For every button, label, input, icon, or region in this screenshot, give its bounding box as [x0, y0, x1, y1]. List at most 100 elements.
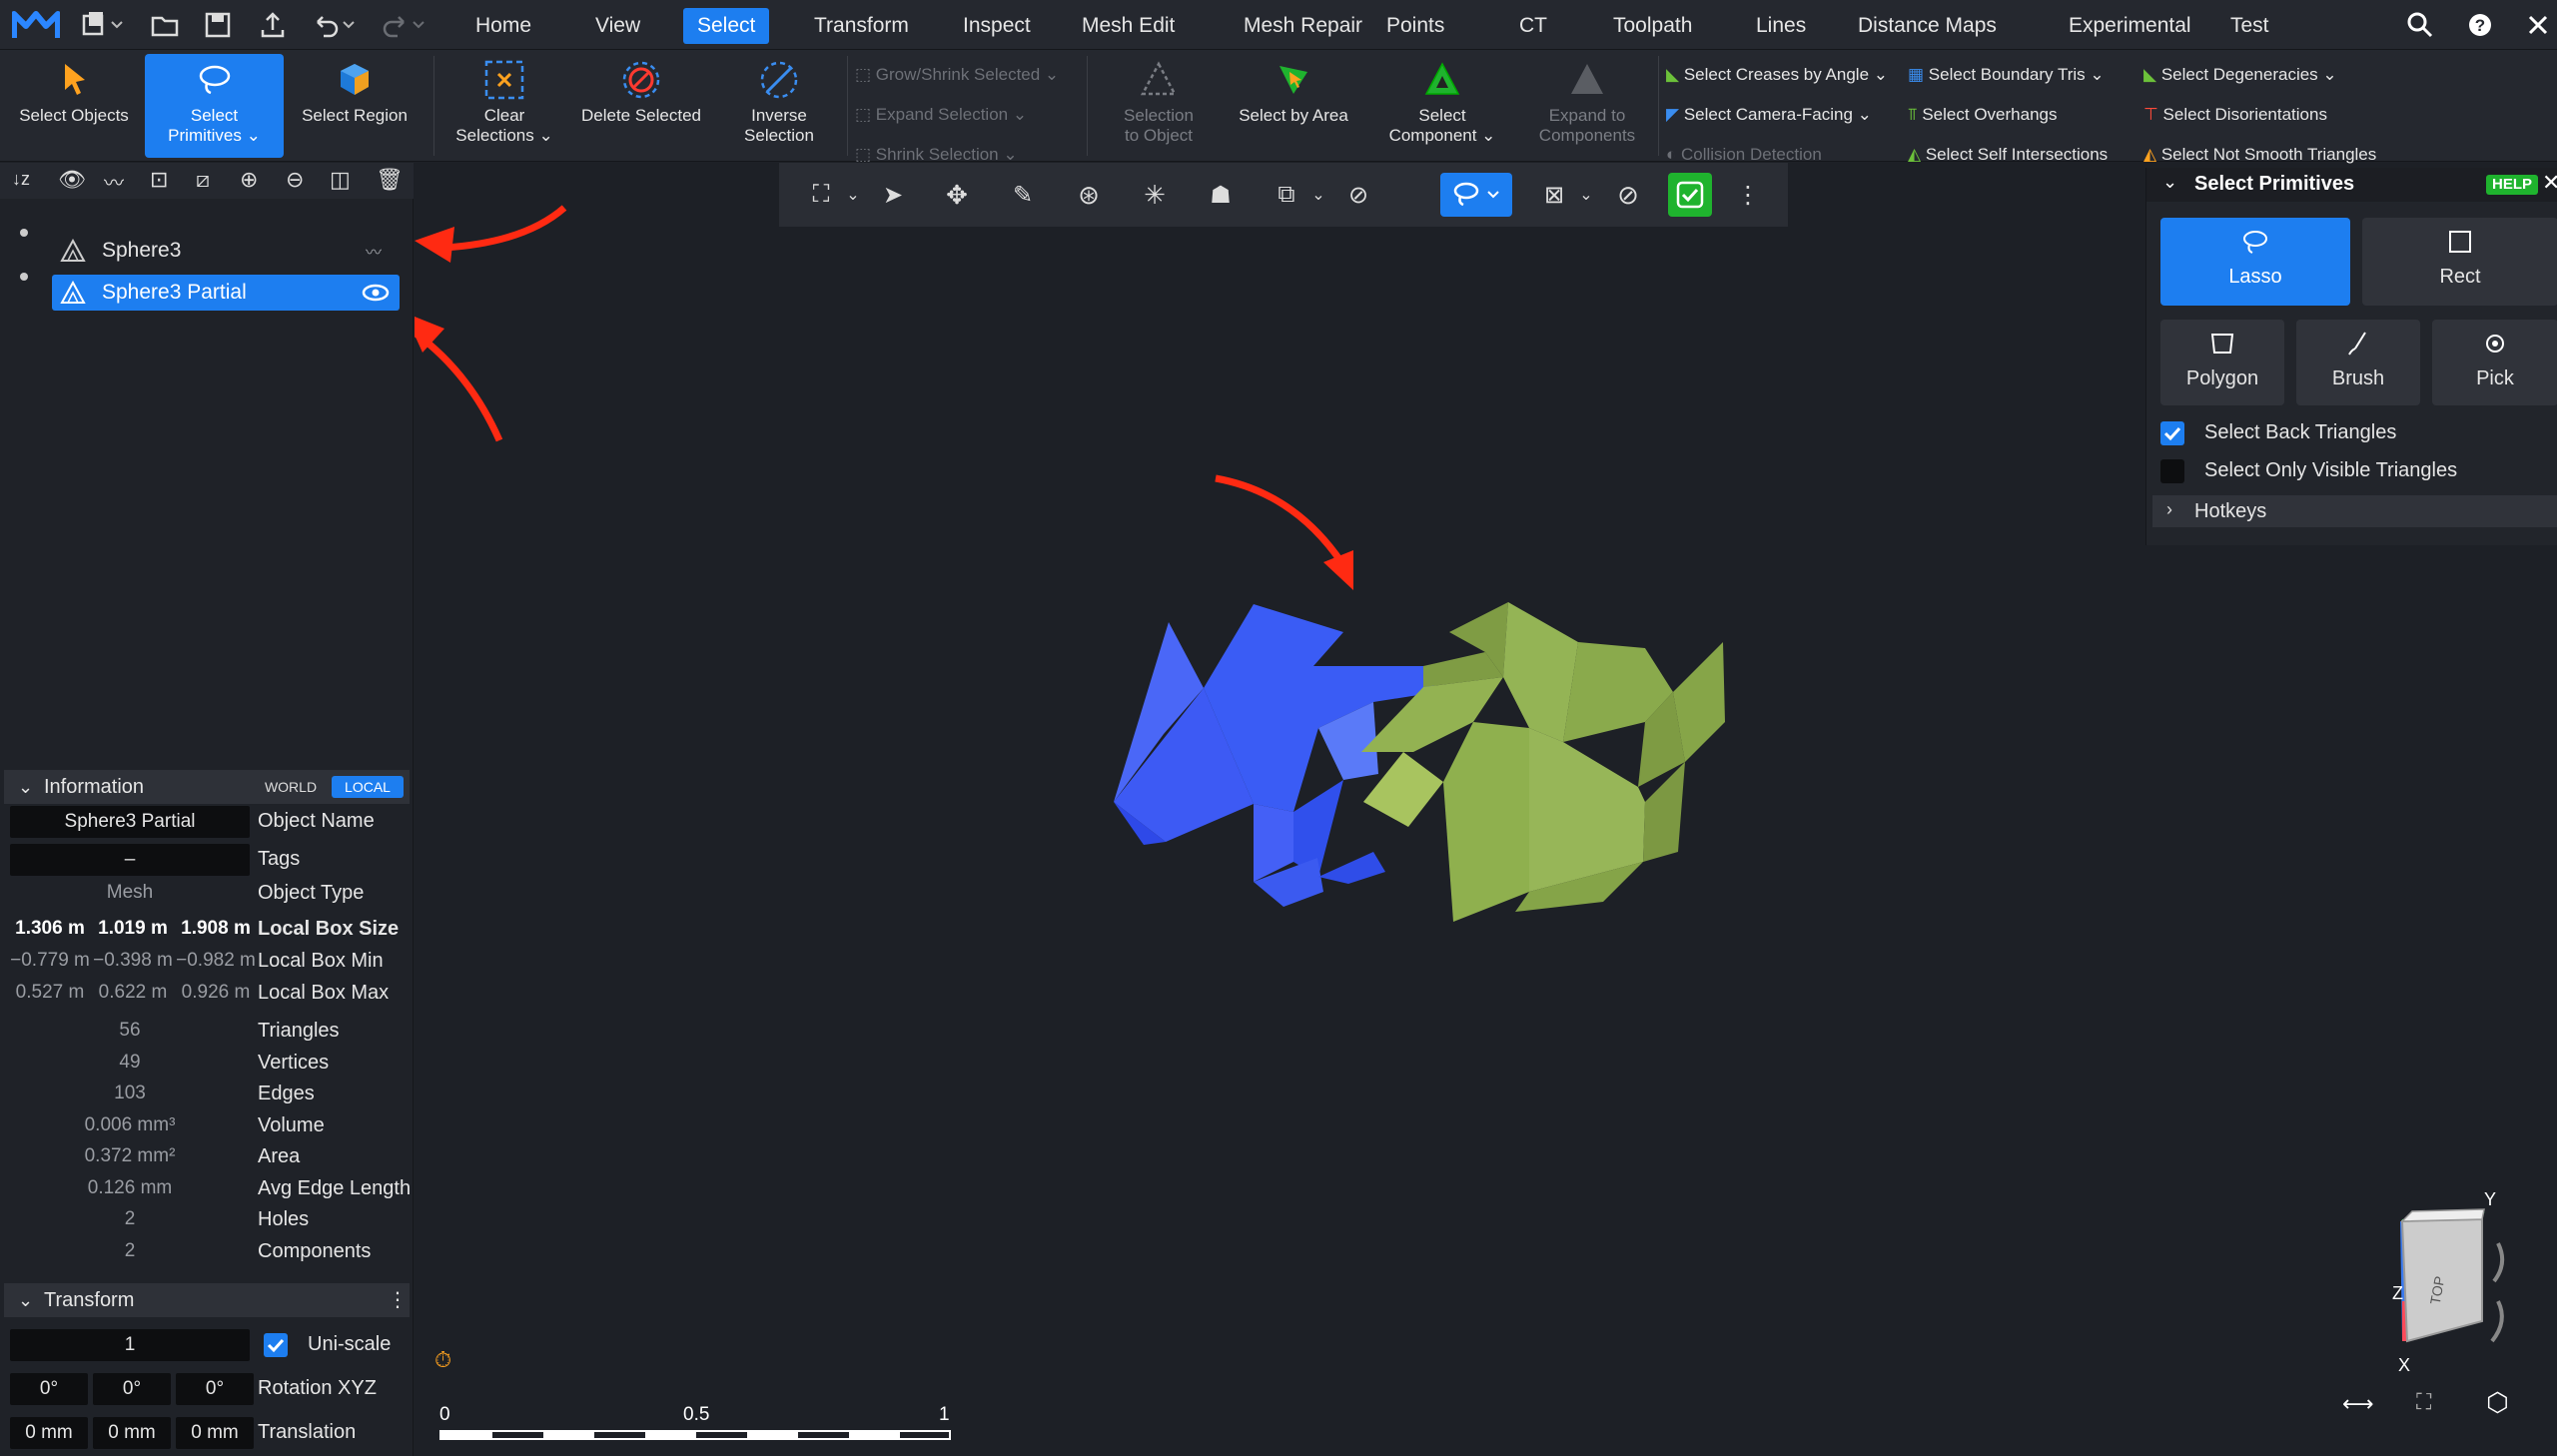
rotate-icon[interactable]: ⊛ [1067, 173, 1111, 217]
measure-icon[interactable]: ⟷ [2342, 1391, 2374, 1417]
only-visible-checkbox[interactable] [2160, 459, 2184, 483]
chevron-down-icon[interactable]: ⌄ [1296, 173, 1340, 217]
tab-toolpath[interactable]: Toolpath [1599, 8, 1706, 44]
chevron-down-icon[interactable]: ⌄ [831, 173, 875, 217]
no-entry-icon[interactable]: ⊘ [1606, 173, 1650, 217]
help-icon[interactable]: ? [2465, 10, 2495, 40]
close-icon[interactable]: ✕ [2542, 170, 2557, 196]
hotkeys-section[interactable]: › Hotkeys [2152, 495, 2557, 527]
tab-mesh-repair[interactable]: Mesh Repair [1230, 8, 1376, 44]
tab-view[interactable]: View [581, 8, 654, 44]
world-toggle[interactable]: WORLD [252, 776, 330, 798]
visible-eye-icon[interactable] [362, 283, 390, 303]
select-degeneracies-button[interactable]: ◣ Select Degeneracies ⌄ [2143, 62, 2337, 88]
back-triangles-checkbox[interactable] [2160, 421, 2184, 445]
translation-x-field[interactable]: 0 mm [10, 1417, 88, 1449]
select-overhangs-button[interactable]: ⫪ Select Overhangs [1908, 102, 2057, 128]
hide-selection-icon[interactable]: ⊘ [1336, 173, 1380, 217]
split-icon[interactable]: ◫ [330, 167, 351, 193]
hide-icon[interactable]: 〰 [104, 167, 124, 196]
uniscale-checkbox[interactable] [264, 1333, 288, 1357]
grow-shrink-button[interactable]: ⬚ Grow/Shrink Selected ⌄ [855, 62, 1059, 88]
local-toggle[interactable]: LOCAL [332, 776, 404, 798]
move-icon[interactable]: ✥ [935, 173, 979, 217]
export-icon[interactable] [258, 10, 288, 40]
wireframe-icon[interactable]: ✳ [1133, 173, 1177, 217]
undo-icon[interactable] [310, 10, 360, 40]
tab-transform[interactable]: Transform [800, 8, 923, 44]
more-options-icon[interactable]: ⋮ [388, 1283, 408, 1317]
close-icon[interactable] [2523, 10, 2553, 40]
object-row-sphere3[interactable]: Sphere3 〰 [52, 233, 400, 269]
view-cube-icon[interactable]: ⬡ [2486, 1387, 2509, 1418]
select-region-button[interactable]: Select Region [290, 54, 420, 158]
rotation-x-field[interactable]: 0° [10, 1373, 88, 1405]
lasso-mode-button[interactable] [1440, 173, 1512, 217]
tab-points[interactable]: Points [1372, 8, 1458, 44]
transform-header[interactable]: ⌄ Transform ⋮ [4, 1283, 410, 1317]
timer-icon[interactable]: ⏱ [434, 1347, 451, 1373]
select-primitives-button[interactable]: Select Primitives ⌄ [145, 54, 284, 158]
open-folder-icon[interactable] [150, 10, 180, 40]
eye-icon[interactable]: 👁 [58, 167, 86, 193]
move-down-icon[interactable]: ⊖ [286, 167, 304, 193]
select-all-icon[interactable]: ⊡ [150, 167, 168, 193]
deselect-icon[interactable]: ⧄ [196, 167, 210, 193]
inverse-selection-button[interactable]: Inverse Selection [717, 54, 841, 158]
select-by-area-button[interactable]: Select by Area [1231, 54, 1356, 158]
select-camera-facing-button[interactable]: ◤ Select Camera-Facing ⌄ [1666, 102, 1872, 128]
selection-to-object-button[interactable]: Selection to Object [1093, 54, 1225, 158]
select-creases-button[interactable]: ◣ Select Creases by Angle ⌄ [1666, 62, 1888, 88]
select-disorientations-button[interactable]: ⊤ Select Disorientations [2143, 102, 2327, 128]
scale-field[interactable]: 1 [10, 1329, 250, 1361]
select-boundary-tris-button[interactable]: ▦ Select Boundary Tris ⌄ [1908, 62, 2105, 88]
translation-z-field[interactable]: 0 mm [176, 1417, 254, 1449]
pointer-icon[interactable]: ➤ [871, 173, 915, 217]
rotation-y-field[interactable]: 0° [93, 1373, 171, 1405]
pick-mode-option[interactable]: Pick [2432, 320, 2557, 405]
object-row-sphere3-partial[interactable]: Sphere3 Partial [52, 275, 400, 311]
tab-ct[interactable]: CT [1505, 8, 1561, 44]
edit-icon[interactable]: ✎ [1001, 173, 1045, 217]
object-name-field[interactable]: Sphere3 Partial [10, 806, 250, 838]
translation-y-field[interactable]: 0 mm [93, 1417, 171, 1449]
tab-distance-maps[interactable]: Distance Maps [1844, 8, 2011, 44]
search-icon[interactable] [2405, 10, 2435, 40]
information-header[interactable]: ⌄ Information WORLD LOCAL [4, 770, 410, 804]
tab-select[interactable]: Select [683, 8, 770, 44]
help-badge[interactable]: HELP [2486, 175, 2539, 195]
polygon-mode-option[interactable]: Polygon [2160, 320, 2284, 405]
expand-selection-button[interactable]: ⬚ Expand Selection ⌄ [855, 102, 1027, 128]
3d-viewport[interactable]: ⏱ 0 0.5 1 TOP Y Z X ⟷ ⛶ ⬡ [415, 163, 2509, 1456]
brush-mode-option[interactable]: Brush [2296, 320, 2420, 405]
new-scene-icon[interactable] [80, 10, 124, 40]
tab-mesh-edit[interactable]: Mesh Edit [1068, 8, 1189, 44]
lasso-mode-option[interactable]: Lasso [2160, 218, 2350, 306]
delete-selected-button[interactable]: Delete Selected [571, 54, 711, 158]
chevron-down-icon[interactable]: ⌄ [2162, 172, 2177, 193]
chevron-down-icon[interactable]: ⌄ [1564, 173, 1608, 217]
tags-field[interactable]: – [10, 844, 250, 876]
save-icon[interactable] [203, 10, 233, 40]
select-objects-button[interactable]: Select Objects [6, 54, 142, 158]
hidden-eye-icon[interactable]: 〰 [366, 239, 382, 263]
tab-experimental[interactable]: Experimental [2055, 8, 2205, 44]
app-logo-icon[interactable] [11, 8, 61, 42]
move-up-icon[interactable]: ⊕ [240, 167, 258, 193]
more-options-icon[interactable]: ⋮ [1726, 173, 1770, 217]
orientation-gizmo[interactable]: TOP Y Z X [2352, 1189, 2512, 1411]
tab-home[interactable]: Home [461, 8, 545, 44]
redo-icon[interactable] [380, 10, 429, 40]
rect-mode-option[interactable]: Rect [2362, 218, 2557, 306]
tab-inspect[interactable]: Inspect [949, 8, 1045, 44]
tab-lines[interactable]: Lines [1742, 8, 1820, 44]
select-not-smooth-button[interactable]: ◭ Select Not Smooth Triangles [2143, 142, 2376, 168]
sort-icon[interactable]: ↓z [12, 169, 30, 190]
clear-selections-button[interactable]: Clear Selections ⌄ [439, 54, 569, 158]
rotation-z-field[interactable]: 0° [176, 1373, 254, 1405]
expand-to-components-button[interactable]: Expand to Components [1522, 54, 1652, 158]
tab-test[interactable]: Test [2216, 8, 2283, 44]
trash-icon[interactable]: 🗑 [376, 167, 404, 193]
fit-view-icon[interactable]: ⛶ [2416, 1389, 2431, 1415]
confirm-button[interactable] [1668, 173, 1712, 217]
